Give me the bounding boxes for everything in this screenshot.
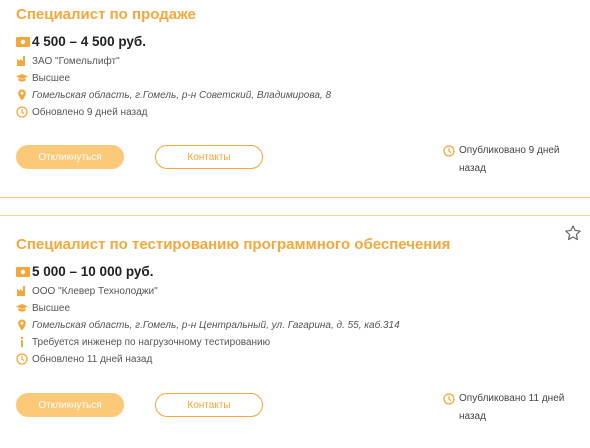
updated: Обновлено 11 дней назад	[32, 353, 153, 365]
education: Высшее	[32, 302, 71, 314]
salary: 5 000 – 10 000 руб.	[32, 264, 154, 279]
star-icon[interactable]	[564, 0, 582, 2]
updated-row: Обновлено 9 дней назад	[16, 105, 148, 119]
salary-row: 4 500 – 4 500 руб.	[16, 34, 146, 49]
separator-line	[0, 197, 590, 198]
money-icon	[16, 36, 30, 47]
education-row: Высшее	[16, 71, 70, 85]
graduation-cap-icon	[16, 304, 28, 312]
company-row: ООО "Клевер Технолоджи"	[16, 284, 158, 298]
published-text: Опубликовано 11 дней назад	[459, 393, 565, 422]
money-icon	[16, 266, 30, 277]
education-row: Высшее	[16, 301, 70, 315]
factory-icon	[17, 286, 25, 296]
factory-icon	[17, 56, 25, 66]
education: Высшее	[32, 72, 71, 84]
clock-icon	[16, 353, 28, 365]
contacts-button[interactable]: Контакты	[155, 393, 263, 417]
graduation-cap-icon	[16, 74, 28, 82]
card-separator	[0, 198, 590, 216]
company-row: ЗАО "Гомельлифт"	[16, 54, 120, 68]
address: Гомельская область, г.Гомель, р-н Советс…	[32, 89, 332, 101]
address: Гомельская область, г.Гомель, р-н Центра…	[32, 319, 400, 331]
published-text: Опубликовано 9 дней назад	[459, 145, 560, 174]
company-name[interactable]: ЗАО "Гомельлифт"	[32, 56, 120, 67]
clock-icon	[443, 145, 455, 157]
vacancy-title[interactable]: Специалист по тестированию программного …	[16, 236, 450, 253]
company-name[interactable]: ООО "Клевер Технолоджи"	[32, 286, 158, 297]
vacancy-title[interactable]: Специалист по продаже	[16, 6, 196, 23]
location-pin-icon	[18, 319, 26, 331]
respond-button[interactable]: Откликнуться	[16, 145, 124, 169]
address-row: Гомельская область, г.Гомель, р-н Центра…	[16, 318, 400, 332]
clock-icon	[443, 393, 455, 405]
vacancy-card: Специалист по продаже 4 500 – 4 500 руб.…	[0, 0, 590, 198]
salary-row: 5 000 – 10 000 руб.	[16, 264, 154, 279]
contacts-button[interactable]: Контакты	[155, 145, 263, 169]
info-icon	[20, 336, 24, 348]
respond-button[interactable]: Откликнуться	[16, 393, 124, 417]
star-icon[interactable]	[564, 224, 582, 242]
address-row: Гомельская область, г.Гомель, р-н Советс…	[16, 88, 331, 102]
published-info: Опубликовано 9 дней назад	[443, 142, 579, 178]
location-pin-icon	[18, 89, 26, 101]
published-info: Опубликовано 11 дней назад	[443, 390, 579, 426]
clock-icon	[16, 106, 28, 118]
vacancy-card: Специалист по тестированию программного …	[0, 216, 590, 448]
salary: 4 500 – 4 500 руб.	[32, 34, 146, 49]
updated: Обновлено 9 дней назад	[32, 106, 148, 118]
updated-row: Обновлено 11 дней назад	[16, 352, 152, 366]
note: Требуется инженер по нагрузочному тестир…	[32, 336, 271, 348]
note-row: Требуется инженер по нагрузочному тестир…	[16, 335, 270, 349]
